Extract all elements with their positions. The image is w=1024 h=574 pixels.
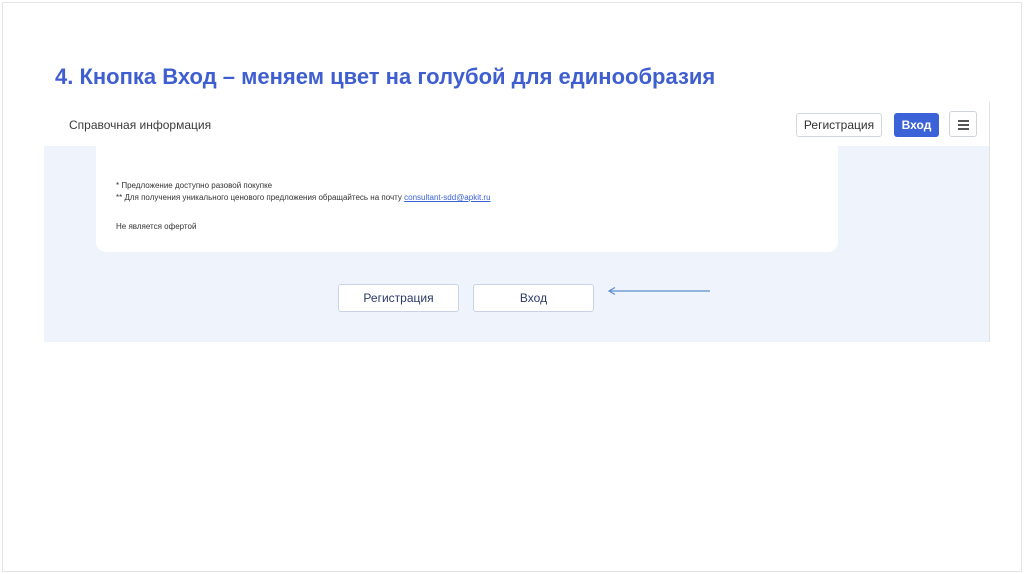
slide-title: 4. Кнопка Вход – меняем цвет на голубой … (55, 64, 716, 89)
offer-note-contact: ** Для получения уникального ценового пр… (116, 193, 491, 202)
login-button[interactable]: Вход (473, 284, 594, 312)
page-content: * Предложение доступно разовой покупке *… (44, 140, 990, 342)
info-card: * Предложение доступно разовой покупке *… (96, 140, 838, 252)
offer-note-single-purchase: * Предложение доступно разовой покупке (116, 181, 273, 190)
hamburger-menu-icon (958, 120, 969, 122)
offer-note-contact-text: ** Для получения уникального ценового пр… (116, 193, 405, 202)
website-screenshot: Справочная информация Регистрация Вход *… (44, 102, 990, 342)
hamburger-menu-button[interactable] (949, 111, 977, 137)
pointer-arrow-icon (607, 286, 710, 296)
screenshot-edge (989, 102, 990, 342)
register-button[interactable]: Регистрация (338, 284, 459, 312)
header-login-button[interactable]: Вход (894, 113, 939, 137)
email-link[interactable]: consultant-sdd@apkit.ru (404, 193, 490, 202)
header-title: Справочная информация (69, 118, 212, 132)
not-an-offer-note: Не является офертой (116, 222, 197, 231)
header-register-button[interactable]: Регистрация (796, 113, 882, 137)
